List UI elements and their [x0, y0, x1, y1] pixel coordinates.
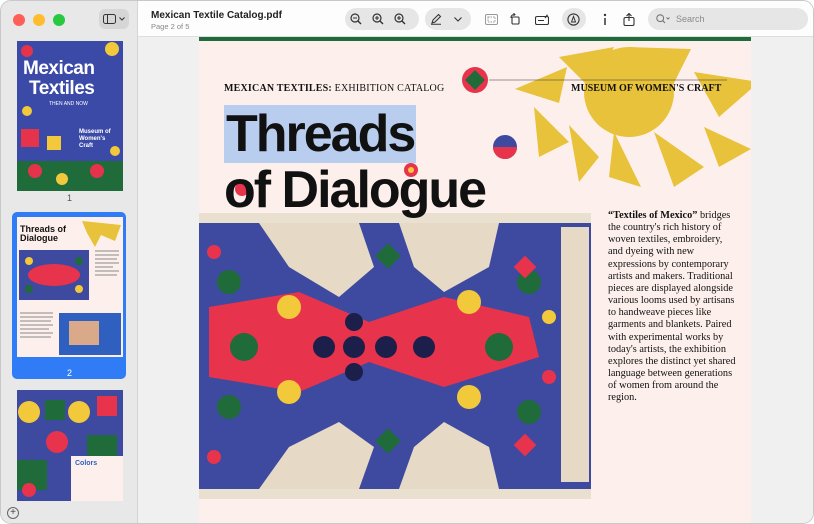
page-number-2: 2 — [66, 368, 72, 378]
thumbnail-3-caption-panel: Colors — [71, 456, 123, 501]
thumbnail-2-graphics — [19, 221, 121, 355]
info-button[interactable] — [594, 8, 616, 30]
page-title-line-2: of Dialogue — [224, 161, 487, 219]
close-window-button[interactable] — [13, 14, 25, 26]
sidebar-toggle-button[interactable] — [99, 9, 129, 29]
toolbar: Mexican Textile Catalog.pdf Page 2 of 5 — [138, 1, 813, 37]
page-header-right: MUSEUM OF WOMEN'S CRAFT — [571, 83, 722, 94]
body-paragraph: “Textiles of Mexico” bridges the country… — [608, 210, 738, 405]
minimize-window-button[interactable] — [33, 14, 45, 26]
share-button[interactable] — [618, 8, 640, 30]
search-icon — [656, 14, 670, 24]
highlighted-title-text[interactable]: Threads — [224, 105, 416, 163]
header-rest: EXHIBITION CATALOG — [331, 83, 445, 94]
rotate-button[interactable] — [504, 8, 526, 30]
share-icon — [623, 12, 635, 26]
body-lead: “Textiles of Mexico” — [608, 210, 698, 221]
highlighter-icon — [566, 12, 580, 26]
pen-icon — [431, 13, 442, 25]
form-icon — [535, 13, 549, 25]
thumbnail-1-subtitle: THEN AND NOW — [49, 101, 88, 107]
document-title: Mexican Textile Catalog.pdf — [151, 10, 282, 21]
add-page-button[interactable]: + — [7, 507, 19, 519]
preview-window: Mexican Textiles THEN AND NOW Museum of … — [0, 0, 814, 524]
page-thumbnail-1[interactable]: Mexican Textiles THEN AND NOW Museum of … — [17, 41, 123, 191]
highlight-group — [562, 8, 586, 30]
zoom-out-icon — [350, 13, 362, 25]
chevron-down-icon — [119, 17, 125, 21]
zoom-controls — [345, 8, 419, 30]
rotate-icon — [510, 13, 520, 25]
thumbnail-1-title-1: Mexican — [23, 58, 95, 79]
zoom-in-button[interactable] — [389, 8, 411, 30]
markup-menu-button[interactable] — [447, 8, 469, 30]
plus-icon: + — [10, 507, 16, 518]
zoom-in-icon — [394, 13, 406, 25]
markup-controls — [425, 8, 471, 30]
document-view: Mexican Textile Catalog.pdf Page 2 of 5 — [138, 1, 813, 523]
thumbnail-1-title-2: Textiles — [29, 78, 95, 99]
page-title-line-1: Threads — [224, 105, 416, 163]
page-header-left: MEXICAN TEXTILES: EXHIBITION CATALOG — [224, 83, 444, 94]
pdf-page: MEXICAN TEXTILES: EXHIBITION CATALOG MUS… — [199, 37, 751, 523]
thumbnail-3-label: Colors — [75, 460, 98, 467]
sun-graphic — [515, 47, 751, 187]
window-controls — [13, 14, 65, 26]
thumbnail-sidebar: Mexican Textiles THEN AND NOW Museum of … — [1, 1, 138, 523]
markup-button[interactable] — [425, 8, 447, 30]
search-field[interactable] — [648, 8, 808, 30]
actual-size-button[interactable] — [367, 8, 389, 30]
zoom-out-button[interactable] — [345, 8, 367, 30]
thumbnail-1-side-text: Museum of Women's Craft — [79, 129, 111, 149]
page-thumbnail-2[interactable]: Threads of Dialogue — [17, 217, 123, 357]
sidebar-icon — [103, 14, 116, 24]
page-indicator: Page 2 of 5 — [151, 22, 190, 31]
crop-button[interactable] — [480, 8, 502, 30]
zoom-window-button[interactable] — [53, 14, 65, 26]
crop-icon — [484, 13, 498, 25]
info-icon — [603, 13, 607, 25]
page-number-1: 1 — [66, 193, 72, 203]
form-fill-button[interactable] — [531, 8, 553, 30]
highlight-button[interactable] — [562, 8, 584, 30]
header-bold: MEXICAN TEXTILES: — [224, 83, 332, 94]
page-thumbnail-3[interactable]: Colors — [17, 390, 123, 501]
body-text: bridges the country's rich history of wo… — [608, 210, 736, 404]
search-input[interactable] — [676, 14, 796, 24]
chevron-down-icon — [454, 16, 462, 22]
zoom-icon — [372, 13, 384, 25]
